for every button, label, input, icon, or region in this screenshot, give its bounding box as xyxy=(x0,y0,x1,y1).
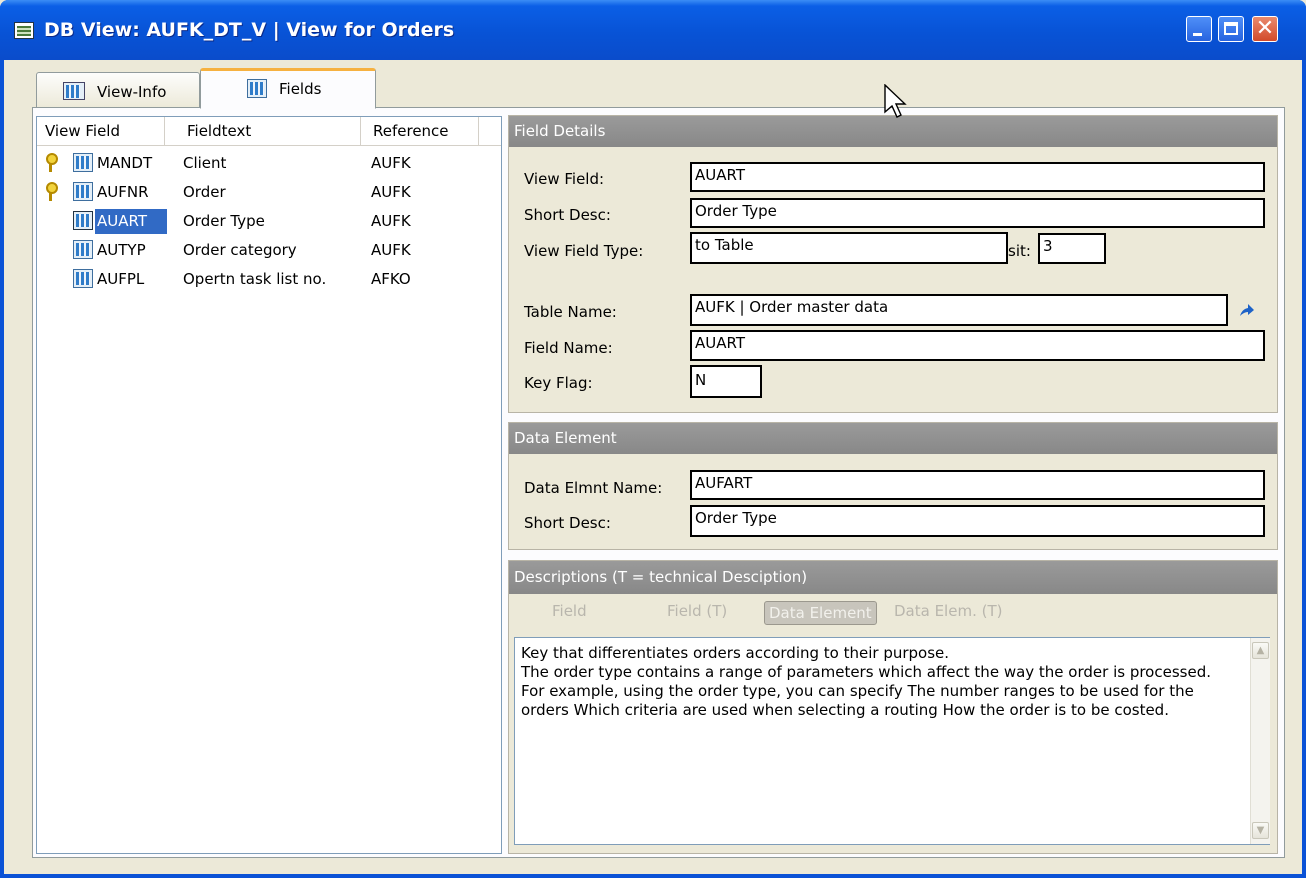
field-icon xyxy=(73,240,93,259)
desc-tab-data-element[interactable]: Data Element xyxy=(764,601,877,625)
table-row-ref[interactable]: AFKO xyxy=(371,270,411,288)
col-header-view-field[interactable]: View Field xyxy=(37,117,165,145)
table-name-input[interactable]: AUFK | Order master data xyxy=(690,294,1228,326)
table-row-text[interactable]: Client xyxy=(183,154,226,172)
view-field-input[interactable]: AUART xyxy=(690,162,1265,192)
tab-fields[interactable]: Fields xyxy=(200,68,376,109)
data-elmnt-name-input[interactable]: AUFART xyxy=(690,470,1265,500)
table-row-ref[interactable]: AUFK xyxy=(371,241,411,259)
field-icon xyxy=(73,182,93,201)
key-flag-label: Key Flag: xyxy=(524,374,593,392)
table-row-field[interactable]: MANDT xyxy=(97,154,152,172)
field-details-header: Field Details xyxy=(509,116,1277,147)
col-header-fieldtext[interactable]: Fieldtext xyxy=(165,117,361,145)
fields-icon xyxy=(247,79,267,98)
app-icon[interactable] xyxy=(14,22,34,39)
field-icon xyxy=(73,269,93,288)
short-desc-label: Short Desc: xyxy=(524,206,611,224)
tab-view-info[interactable]: View-Info xyxy=(36,72,200,108)
descriptions-header: Descriptions (T = technical Desciption) xyxy=(509,561,1277,594)
desc-tab-data-elem-t[interactable]: Data Elem. (T) xyxy=(894,602,1002,620)
sit-label: sit: xyxy=(1008,242,1031,260)
scroll-up-button[interactable]: ▲ xyxy=(1252,642,1269,659)
fields-grid[interactable]: View Field Fieldtext Reference MANDT Cli… xyxy=(36,116,502,854)
key-icon xyxy=(45,153,58,173)
table-row-field[interactable]: AUART xyxy=(97,212,147,230)
mouse-cursor-icon xyxy=(884,84,907,118)
col-header-reference[interactable]: Reference xyxy=(361,117,479,145)
short-desc-input[interactable]: Order Type xyxy=(690,198,1265,228)
view-info-icon xyxy=(63,82,85,100)
sit-input[interactable]: 3 xyxy=(1038,233,1106,264)
maximize-button[interactable] xyxy=(1218,16,1244,42)
close-button[interactable]: ✕ xyxy=(1252,16,1278,42)
field-name-input[interactable]: AUART xyxy=(690,330,1265,361)
scroll-down-button[interactable]: ▼ xyxy=(1252,822,1269,839)
window-title: DB View: AUFK_DT_V | View for Orders xyxy=(44,19,455,41)
tab-fields-label: Fields xyxy=(279,80,322,98)
navigate-up-icon[interactable] xyxy=(1238,302,1256,318)
table-row-ref[interactable]: AUFK xyxy=(371,183,411,201)
table-row-ref[interactable]: AUFK xyxy=(371,154,411,172)
table-name-label: Table Name: xyxy=(524,303,617,321)
close-icon: ✕ xyxy=(1255,16,1275,41)
table-row-text[interactable]: Opertn task list no. xyxy=(183,270,326,288)
field-name-label: Field Name: xyxy=(524,339,613,357)
table-row-field[interactable]: AUFNR xyxy=(97,183,149,201)
vertical-scrollbar[interactable]: ▲ ▼ xyxy=(1250,638,1270,844)
view-field-type-label: View Field Type: xyxy=(524,242,644,260)
header-divider xyxy=(37,145,501,146)
data-element-short-desc-label: Short Desc: xyxy=(524,514,611,532)
title-bar[interactable]: DB View: AUFK_DT_V | View for Orders ✕ xyxy=(0,0,1306,60)
description-text: Key that differentiates orders according… xyxy=(521,644,1211,719)
tab-view-info-label: View-Info xyxy=(97,83,167,101)
view-field-type-select[interactable]: to Table xyxy=(690,232,1008,264)
field-details-panel: Field Details xyxy=(508,115,1278,413)
table-row-field[interactable]: AUTYP xyxy=(97,241,146,259)
view-field-label: View Field: xyxy=(524,170,605,188)
description-textarea[interactable]: Key that differentiates orders according… xyxy=(514,637,1270,845)
desc-tab-field-t[interactable]: Field (T) xyxy=(667,602,727,620)
table-row-text[interactable]: Order Type xyxy=(183,212,265,230)
minimize-button[interactable] xyxy=(1186,16,1212,42)
field-icon xyxy=(73,153,93,172)
key-flag-input[interactable]: N xyxy=(690,365,762,398)
table-row-text[interactable]: Order xyxy=(183,183,226,201)
table-row-text[interactable]: Order category xyxy=(183,241,297,259)
field-icon xyxy=(73,211,93,230)
data-element-short-desc-input[interactable]: Order Type xyxy=(690,505,1265,537)
data-elmnt-name-label: Data Elmnt Name: xyxy=(524,479,663,497)
table-row-ref[interactable]: AUFK xyxy=(371,212,411,230)
table-row-field[interactable]: AUFPL xyxy=(97,270,144,288)
data-element-header: Data Element xyxy=(509,423,1277,454)
desc-tab-field[interactable]: Field xyxy=(552,602,587,620)
key-icon xyxy=(45,182,58,202)
